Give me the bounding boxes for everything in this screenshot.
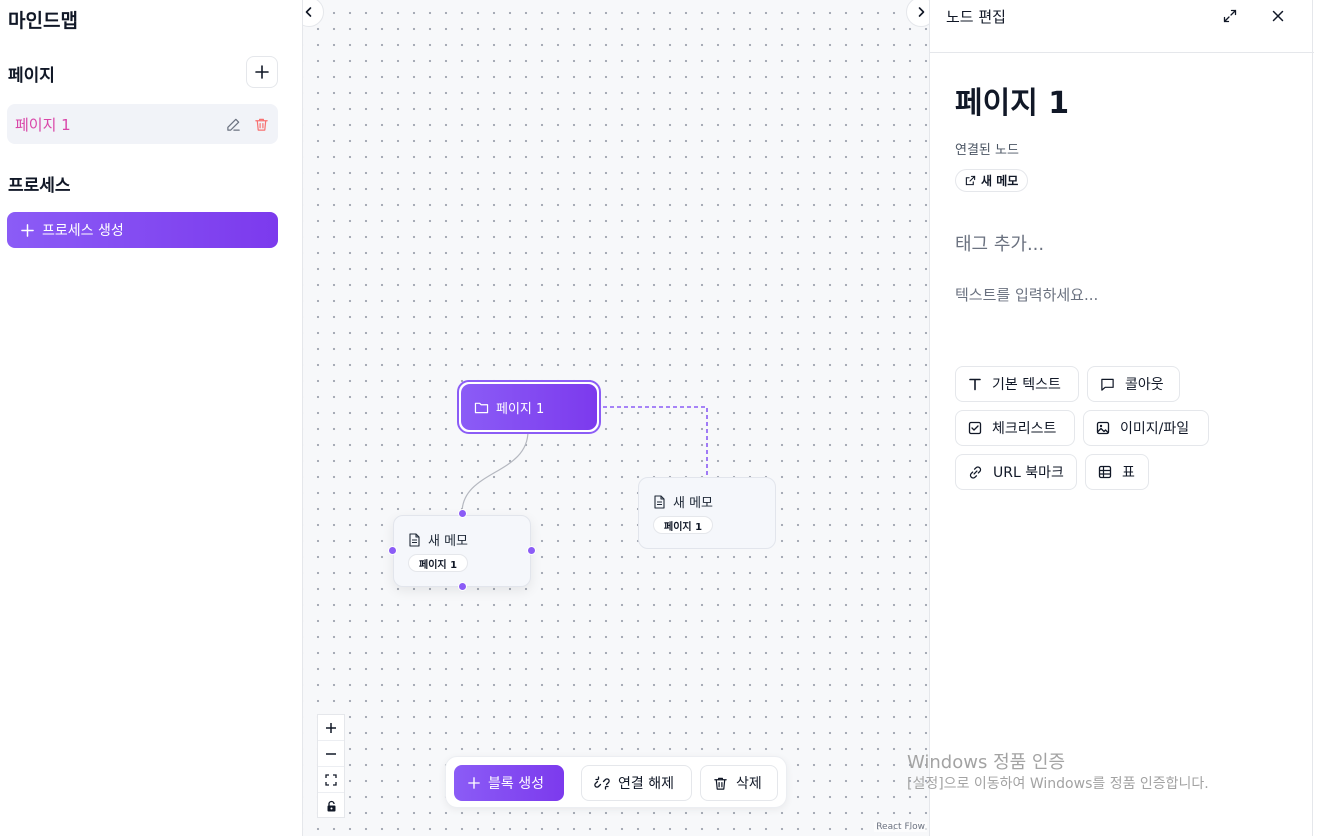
memo-node-title: 새 메모 [673, 496, 714, 511]
image-icon [1096, 421, 1110, 435]
create-process-button[interactable]: 프로세스 생성 [7, 212, 278, 248]
memo-node-header: 새 메모 [408, 530, 468, 549]
panel-header: 노드 편집 [930, 0, 1314, 53]
canvas-toolbar: 블록 생성 연결 해제 삭제 [445, 756, 787, 808]
close-panel-button[interactable] [1267, 5, 1289, 27]
disconnect-button[interactable]: 연결 해제 [581, 765, 692, 801]
image-file-label: 이미지/파일 [1120, 421, 1190, 437]
memo-node-title: 새 메모 [428, 534, 469, 549]
add-page-button[interactable] [246, 56, 278, 88]
memo-node-tag: 페이지 1 [653, 516, 714, 534]
memo-node-1[interactable]: 새 메모 페이지 1 [393, 515, 531, 587]
plus-icon [21, 223, 34, 237]
url-bookmark-label: URL 북마크 [993, 465, 1064, 481]
minus-icon [326, 752, 336, 755]
delete-label: 삭제 [736, 776, 762, 792]
windows-activation-message: [설정]으로 이동하여 Windows를 정품 인증합니다. [907, 776, 1209, 792]
page-item-label: 페이지 1 [15, 115, 71, 134]
create-block-button[interactable]: 블록 생성 [454, 765, 564, 801]
add-checklist-button[interactable]: 체크리스트 [955, 410, 1075, 446]
fit-view-icon [325, 773, 337, 786]
callout-label: 콜아웃 [1125, 377, 1164, 393]
create-block-label: 블록 생성 [488, 776, 544, 792]
trash-icon [254, 118, 268, 131]
edges-layer [461, 406, 708, 514]
chevron-right-icon [918, 7, 925, 17]
add-image-file-button[interactable]: 이미지/파일 [1083, 410, 1209, 446]
table-label: 표 [1122, 465, 1135, 481]
table-icon [1098, 465, 1112, 479]
pages-section-title: 페이지 [8, 66, 55, 86]
connection-handle-top[interactable] [458, 509, 467, 518]
edit-page-button[interactable] [222, 113, 244, 135]
text-icon [968, 377, 982, 391]
checkbox-icon [968, 421, 982, 435]
memo-node-header: 새 메모 [653, 492, 713, 511]
trash-icon [713, 776, 728, 791]
plus-icon [255, 65, 269, 79]
connection-handle-bottom[interactable] [458, 582, 467, 591]
node-edit-panel: 노드 편집 페이지 1 연결된 노드 새 메모 기본 텍스트 [929, 0, 1314, 836]
zoom-in-button[interactable] [318, 715, 344, 741]
folder-icon [474, 401, 489, 414]
linked-node-label: 새 메모 [981, 174, 1019, 188]
sidebar-item-page-1[interactable]: 페이지 1 [7, 104, 278, 144]
delete-page-button[interactable] [250, 113, 272, 135]
memo-node-2[interactable]: 새 메모 페이지 1 [638, 477, 776, 549]
windows-activation-title: Windows 정품 인증 [907, 752, 1066, 773]
linked-nodes-label: 연결된 노드 [955, 143, 1019, 158]
disconnect-label: 연결 해제 [618, 776, 674, 792]
message-square-icon [1100, 377, 1115, 392]
add-callout-button[interactable]: 콜아웃 [1087, 366, 1180, 402]
expand-icon [1223, 9, 1237, 23]
page-node-body: 페이지 1 [461, 384, 597, 430]
unlink-icon [594, 775, 610, 791]
add-url-bookmark-button[interactable]: URL 북마크 [955, 454, 1077, 490]
plus-icon [326, 722, 336, 733]
plus-icon [468, 777, 480, 789]
process-section-title: 프로세스 [8, 176, 71, 196]
fit-view-button[interactable] [318, 767, 344, 793]
panel-title: 노드 편집 [946, 8, 1006, 26]
mindmap-canvas[interactable]: 페이지 1 새 메모 페이지 1 새 메모 페이지 1 블록 생성 연결 해제 … [303, 0, 929, 836]
tag-input[interactable] [955, 234, 1285, 255]
external-link-icon [965, 175, 976, 186]
zoom-out-button[interactable] [318, 741, 344, 767]
zoom-controls [317, 714, 345, 818]
connection-handle-left[interactable] [388, 546, 397, 555]
link-icon [968, 465, 983, 480]
delete-button[interactable]: 삭제 [700, 765, 778, 801]
document-icon [408, 532, 421, 547]
pencil-icon [226, 118, 240, 131]
app-root: 마인드맵 페이지 페이지 1 프로세스 프로세스 생성 페이지 1 새 메모 페… [0, 0, 1321, 836]
document-icon [653, 494, 666, 509]
basic-text-label: 기본 텍스트 [992, 377, 1061, 393]
page-node-label: 페이지 1 [496, 401, 545, 417]
checklist-label: 체크리스트 [992, 421, 1057, 437]
node-title[interactable]: 페이지 1 [955, 78, 1069, 122]
sidebar: 마인드맵 페이지 페이지 1 프로세스 프로세스 생성 [0, 0, 303, 836]
edge-main-to-memo-2 [603, 406, 708, 476]
lock-button[interactable] [318, 793, 344, 819]
create-process-label: 프로세스 생성 [42, 223, 124, 239]
linked-node-chip[interactable]: 새 메모 [955, 169, 1029, 192]
close-icon [1272, 10, 1284, 22]
edge-main-to-memo-1 [461, 430, 529, 514]
lock-icon [327, 800, 335, 812]
connection-handle-right[interactable] [527, 546, 536, 555]
text-input[interactable] [955, 286, 1285, 304]
expand-panel-button[interactable] [1219, 5, 1241, 27]
page-node[interactable]: 페이지 1 [457, 380, 601, 434]
add-basic-text-button[interactable]: 기본 텍스트 [955, 366, 1079, 402]
app-title: 마인드맵 [8, 10, 78, 32]
chevron-left-icon [305, 7, 312, 17]
react-flow-attribution[interactable]: React Flow [874, 822, 927, 832]
add-table-button[interactable]: 표 [1085, 454, 1149, 490]
memo-node-tag: 페이지 1 [408, 554, 469, 572]
